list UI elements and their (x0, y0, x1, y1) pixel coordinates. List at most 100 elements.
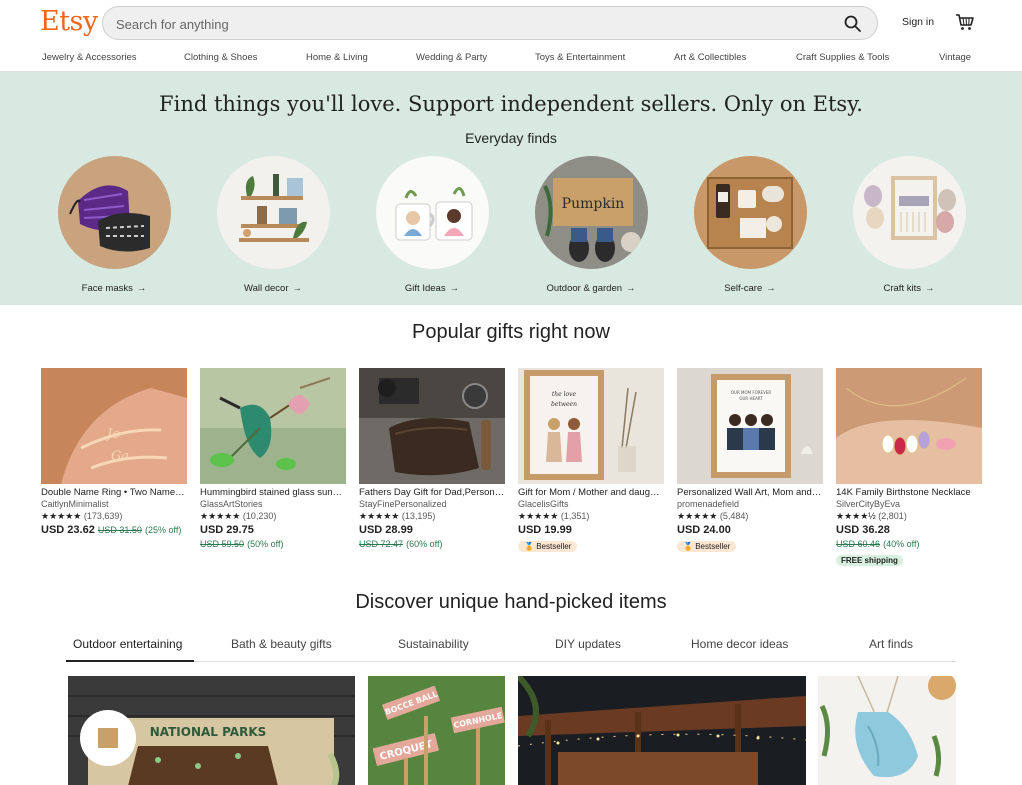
discover-item-image[interactable]: BOCCE BALL CORNHOLE CROQUET (368, 676, 505, 785)
review-count: (13,195) (401, 511, 436, 521)
arrow-right-icon: → (449, 283, 460, 294)
tab-home-decor-ideas[interactable]: Home decor ideas (691, 637, 788, 651)
discover-item-image[interactable]: NATIONAL PARKS (68, 676, 355, 785)
gift-ideas-image (375, 156, 489, 269)
sale-price: USD 19.99 (518, 524, 572, 536)
tab-art-finds[interactable]: Art finds (869, 637, 913, 651)
product-card[interactable]: Jo Ga Double Name Ring • Two Name Ring C… (41, 368, 187, 536)
tab-bath-beauty-gifts[interactable]: Bath & beauty gifts (231, 637, 332, 651)
discount: (50% off) (247, 539, 284, 549)
hero-title: Find things you'll love. Support indepen… (159, 92, 863, 116)
svg-text:between: between (551, 401, 577, 408)
review-count: (10,230) (242, 511, 277, 521)
product-title[interactable]: Gift for Mom / Mother and daughter print (518, 487, 664, 498)
arrow-right-icon: → (924, 283, 935, 294)
product-card[interactable]: Fathers Day Gift for Dad,Personalized Wa… (359, 368, 505, 550)
find-wall-decor[interactable]: Wall decor → (208, 156, 338, 294)
product-image[interactable]: OUR MOM FOREVER OUR HEART (677, 368, 823, 484)
category-link[interactable]: Craft Supplies & Tools (796, 52, 889, 63)
product-title[interactable]: Fathers Day Gift for Dad,Personalized Wa… (359, 487, 505, 498)
shop-name: promenadefield (677, 499, 740, 509)
product-card[interactable]: 14K Family Birthstone Necklace SilverCit… (836, 368, 982, 568)
tab-diy-updates[interactable]: DIY updates (555, 637, 621, 651)
find-outdoor-garden[interactable]: Pumpkin Outdoor & garden → (526, 156, 656, 294)
discover-item-image[interactable] (518, 676, 806, 785)
original-price: USD 59.50 (200, 539, 245, 549)
product-title[interactable]: Personalized Wall Art, Mom and daughters (677, 487, 823, 498)
free-shipping-badge: FREE shipping (836, 555, 903, 566)
find-gift-ideas[interactable]: Gift Ideas → (367, 156, 497, 294)
discover-item-image[interactable] (818, 676, 956, 785)
review-count: (5,484) (719, 511, 749, 521)
bestseller-badge: 🏅 Bestseller (677, 541, 737, 552)
find-label: Wall decor (243, 283, 289, 294)
star-rating: ★★★★★ (41, 511, 82, 521)
find-label: Face masks (81, 283, 133, 294)
find-label: Craft kits (883, 283, 921, 294)
product-card[interactable]: the love between Gift for Mom / Mother a… (518, 368, 664, 554)
category-link[interactable]: Clothing & Shoes (184, 52, 257, 63)
product-image[interactable]: Jo Ga (41, 368, 187, 484)
review-count: (2,801) (878, 511, 907, 521)
popular-gifts-heading: Popular gifts right now (412, 321, 610, 343)
product-title[interactable]: Double Name Ring • Two Name Ring (41, 487, 187, 498)
face-masks-image (57, 156, 171, 269)
product-title[interactable]: Hummingbird stained glass suncatcher (200, 487, 346, 498)
find-label: Gift Ideas (404, 283, 446, 294)
product-image[interactable] (359, 368, 505, 484)
badge-icon: 🏅 (524, 542, 534, 551)
svg-text:Jo: Jo (104, 427, 120, 442)
discount: (25% off) (144, 525, 182, 535)
original-price: USD 72.47 (359, 539, 404, 549)
shop-name: GlassArtStories (200, 499, 263, 509)
category-link[interactable]: Toys & Entertainment (535, 52, 625, 63)
product-image[interactable] (200, 368, 346, 484)
bestseller-badge: 🏅 Bestseller (518, 541, 578, 552)
star-rating: ★★★★½ (836, 511, 876, 521)
category-link[interactable]: Jewelry & Accessories (42, 52, 137, 63)
arrow-right-icon: → (136, 283, 147, 294)
star-rating: ★★★★★ (359, 511, 400, 521)
tab-sustainability[interactable]: Sustainability (398, 637, 469, 651)
product-card[interactable]: OUR MOM FOREVER OUR HEART Personalized W… (677, 368, 823, 554)
find-label: Outdoor & garden (546, 283, 623, 294)
sale-price: USD 24.00 (677, 524, 731, 536)
outdoor-garden-image: Pumpkin (534, 156, 648, 269)
star-rating: ★★★★★ (518, 511, 559, 521)
arrow-right-icon: → (766, 283, 776, 294)
discount: (40% off) (883, 539, 920, 549)
product-image[interactable]: the love between (518, 368, 664, 484)
hero-banner: Find things you'll love. Support indepen… (0, 72, 1022, 305)
product-card[interactable]: Hummingbird stained glass suncatcher Gla… (200, 368, 346, 550)
product-image[interactable] (836, 368, 982, 484)
sale-price: USD 23.62 (41, 524, 95, 536)
find-face-masks[interactable]: Face masks → (49, 156, 179, 294)
search-bar[interactable] (102, 6, 878, 40)
discover-heading: Discover unique hand-picked items (355, 591, 667, 613)
sale-price: USD 36.28 (836, 524, 890, 536)
svg-text:OUR MOM FOREVER: OUR MOM FOREVER (731, 390, 771, 395)
category-link[interactable]: Art & Collectibles (674, 52, 746, 63)
find-self-care[interactable]: Self-care → (685, 156, 815, 294)
cart-icon[interactable] (955, 12, 975, 32)
category-link[interactable]: Home & Living (306, 52, 368, 63)
site-header: Etsy Sign in (0, 0, 1022, 44)
badge-icon: 🏅 (683, 542, 693, 551)
search-icon[interactable] (843, 14, 863, 34)
product-title[interactable]: 14K Family Birthstone Necklace (836, 487, 982, 498)
category-link[interactable]: Vintage (939, 52, 971, 63)
review-count: (1,351) (560, 511, 590, 521)
sale-price: USD 29.75 (200, 524, 254, 536)
original-price: USD 60.46 (836, 539, 881, 549)
find-craft-kits[interactable]: Craft kits → (844, 156, 974, 294)
category-link[interactable]: Wedding & Party (416, 52, 487, 63)
find-label: Self-care (724, 283, 763, 294)
search-input[interactable] (116, 14, 816, 34)
shop-name: StayFinePersonalized (359, 499, 447, 509)
star-rating: ★★★★★ (677, 511, 718, 521)
tab-outdoor-entertaining[interactable]: Outdoor entertaining (73, 637, 182, 651)
review-count: (173,639) (83, 511, 123, 521)
discount: (60% off) (406, 539, 443, 549)
etsy-logo[interactable]: Etsy (40, 6, 98, 37)
sign-in-link[interactable]: Sign in (902, 16, 934, 28)
